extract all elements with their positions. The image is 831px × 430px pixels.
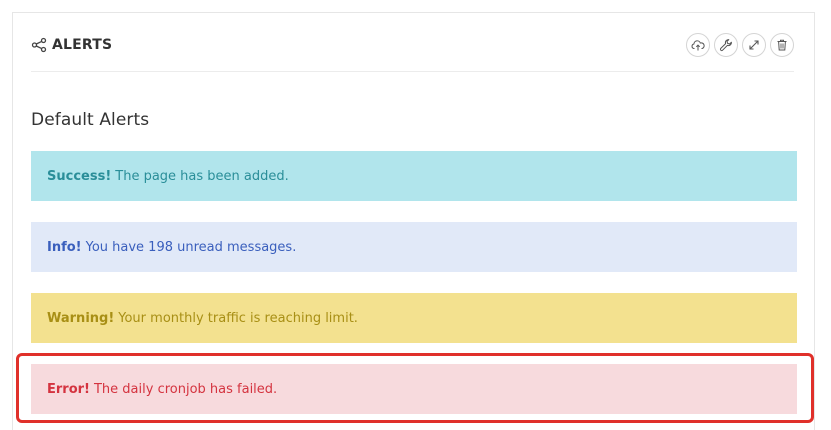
alert-warning-label: Warning! (47, 310, 115, 326)
alert-info-label: Info! (47, 239, 82, 255)
settings-button[interactable] (714, 33, 738, 57)
alert-success-message: The page has been added. (115, 168, 289, 184)
alert-error-label: Error! (47, 381, 90, 397)
alerts-panel: ALERTS Default Alerts Success! The page … (12, 12, 815, 430)
alert-error: Error! The daily cronjob has failed. (31, 364, 797, 414)
delete-button[interactable] (770, 33, 794, 57)
alert-success-label: Success! (47, 168, 112, 184)
alert-warning-message: Your monthly traffic is reaching limit. (118, 310, 358, 326)
share-icon (31, 37, 47, 53)
alert-error-message: The daily cronjob has failed. (93, 381, 278, 397)
panel-title: ALERTS (52, 37, 113, 53)
alert-info-message: You have 198 unread messages. (85, 239, 297, 255)
expand-icon (749, 40, 759, 50)
expand-button[interactable] (742, 33, 766, 57)
upload-button[interactable] (686, 33, 710, 57)
section-title: Default Alerts (31, 110, 150, 130)
alert-info: Info! You have 198 unread messages. (31, 222, 797, 272)
alert-success: Success! The page has been added. (31, 151, 797, 201)
wrench-icon (719, 39, 732, 52)
panel-header: ALERTS (31, 31, 794, 72)
panel-title-group: ALERTS (31, 37, 112, 53)
trash-icon (777, 39, 787, 51)
alert-warning: Warning! Your monthly traffic is reachin… (31, 293, 797, 343)
panel-tools (686, 33, 794, 57)
cloud-upload-icon (691, 40, 705, 51)
